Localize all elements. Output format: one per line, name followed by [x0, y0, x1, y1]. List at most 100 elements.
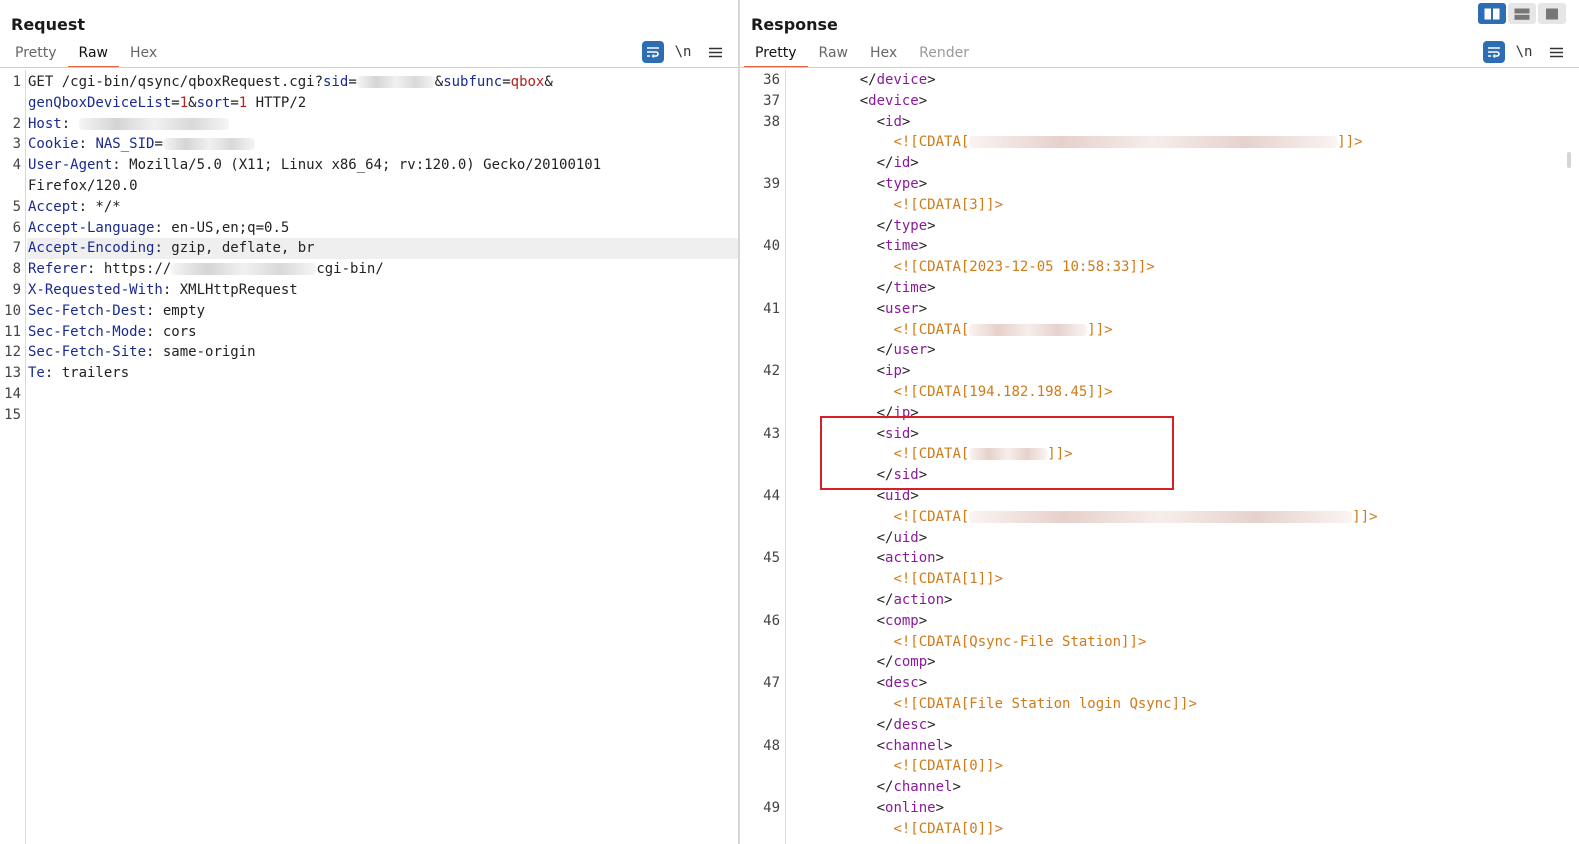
line-text: </desc>	[877, 715, 936, 736]
code-line[interactable]: <![CDATA[0]]>	[740, 819, 1579, 840]
param-value: 1	[179, 94, 189, 111]
tab-pretty[interactable]: Pretty	[744, 44, 808, 68]
code-line[interactable]: </desc>	[740, 715, 1579, 736]
code-line[interactable]: 7 Accept-Encoding: gzip, deflate, br	[13, 238, 738, 260]
code-line[interactable]: 6 Accept-Language: en-US,en;q=0.5	[0, 218, 738, 239]
code-line[interactable]: 49 <online>	[740, 798, 1579, 819]
single-pane-layout-icon[interactable]	[1538, 3, 1566, 24]
line-text: <comp>	[877, 611, 928, 632]
menu-icon[interactable]	[702, 41, 728, 63]
line-text: <type>	[877, 174, 928, 195]
code-line[interactable]: <![CDATA[File Station login Qsync]]>	[740, 694, 1579, 715]
code-line[interactable]: <![CDATA[]]>	[740, 507, 1579, 528]
tab-raw[interactable]: Raw	[808, 44, 859, 68]
code-line[interactable]: </type>	[740, 216, 1579, 237]
tab-hex[interactable]: Hex	[859, 44, 908, 68]
code-line[interactable]: 3 Cookie: NAS_SID=	[0, 134, 738, 155]
code-line[interactable]: <![CDATA[1]]>	[740, 569, 1579, 590]
line-text: Sec-Fetch-Dest: empty	[28, 301, 205, 322]
code-line[interactable]: 45 <action>	[740, 548, 1579, 569]
tab-raw[interactable]: Raw	[67, 44, 119, 68]
header-name: Sec-Fetch-Mode	[28, 323, 147, 340]
line-text: GET /cgi-bin/qsync/qboxRequest.cgi?sid= &…	[28, 72, 553, 93]
code-line[interactable]: 41 <user>	[740, 299, 1579, 320]
line-text: <device>	[860, 91, 927, 112]
code-line[interactable]: 4 User-Agent: Mozilla/5.0 (X11; Linux x86…	[0, 155, 738, 176]
code-line[interactable]: 40 <time>	[740, 236, 1579, 257]
response-scrollbar[interactable]	[1567, 152, 1571, 168]
code-line[interactable]: </comp>	[740, 652, 1579, 673]
code-line[interactable]: 38 <id>	[740, 112, 1579, 133]
code-line[interactable]: 11 Sec-Fetch-Mode: cors	[0, 322, 738, 343]
code-text: </	[876, 591, 894, 608]
code-line[interactable]: <![CDATA[Qsync-File Station]]>	[740, 632, 1579, 653]
code-text: >	[918, 529, 928, 546]
code-text: GET /cgi-bin/qsync/qboxRequest.cgi?	[28, 74, 324, 90]
tab-render[interactable]: Render	[908, 44, 980, 68]
newline-toggle[interactable]: \n	[670, 41, 696, 63]
wrap-lines-icon[interactable]	[1483, 41, 1505, 63]
request-editor[interactable]: 1 GET /cgi-bin/qsync/qboxRequest.cgi?sid=…	[0, 70, 738, 844]
code-line[interactable]: </uid>	[740, 528, 1579, 549]
line-number: 7	[12, 240, 21, 257]
header-name: genQboxDeviceList	[28, 94, 172, 111]
code-line[interactable]: 47 <desc>	[740, 673, 1579, 694]
wrap-lines-icon[interactable]	[642, 41, 664, 63]
cdata-value: <![CDATA[0]]>	[893, 820, 1004, 837]
code-line[interactable]: 8 Referer: https:// cgi-bin/	[0, 259, 738, 280]
code-text: >	[944, 591, 953, 608]
request-code[interactable]: 1 GET /cgi-bin/qsync/qboxRequest.cgi?sid=…	[0, 72, 738, 426]
code-text: <	[876, 113, 886, 130]
code-line[interactable]: 5 Accept: */*	[0, 197, 738, 218]
menu-icon[interactable]	[1543, 41, 1569, 63]
response-editor[interactable]: 36 </device> 37 <device> 38 <id> <![CDATA[]]> <…	[740, 70, 1579, 844]
code-text: >	[927, 716, 936, 733]
line-text: Sec-Fetch-Mode: cors	[28, 322, 197, 343]
code-line[interactable]: 12 Sec-Fetch-Site: same-origin	[0, 342, 738, 363]
header-name: Sec-Fetch-Dest	[28, 302, 147, 319]
response-pane: Response Pretty Raw Hex Render \n 36 </devic…	[740, 0, 1579, 844]
code-line[interactable]: <![CDATA[3]]>	[740, 195, 1579, 216]
code-line[interactable]: 48 <channel>	[740, 736, 1579, 757]
code-line[interactable]: </id>	[740, 153, 1579, 174]
code-line[interactable]: 9 X-Requested-With: XMLHttpRequest	[0, 280, 738, 301]
code-line[interactable]: 36 </device>	[740, 70, 1579, 91]
code-line[interactable]: <![CDATA[2023-12-05 10:58:33]]>	[740, 257, 1579, 278]
code-line[interactable]: 1 GET /cgi-bin/qsync/qboxRequest.cgi?sid=…	[0, 72, 738, 93]
code-line[interactable]: <![CDATA[]]>	[740, 320, 1579, 341]
line-text: <channel>	[877, 736, 953, 757]
code-line[interactable]: <![CDATA[]]>	[740, 132, 1579, 153]
code-line[interactable]: 39 <type>	[740, 174, 1579, 195]
newline-toggle[interactable]: \n	[1511, 41, 1537, 63]
code-line[interactable]: 46 <comp>	[740, 611, 1579, 632]
code-line[interactable]: 10 Sec-Fetch-Dest: empty	[0, 301, 738, 322]
top-bottom-layout-icon[interactable]	[1508, 3, 1536, 24]
line-number: 11	[4, 323, 21, 340]
code-line[interactable]: </time>	[740, 278, 1579, 299]
code-line[interactable]: 13 Te: trailers	[0, 363, 738, 384]
xml-tag: id	[893, 155, 911, 172]
tab-pretty[interactable]: Pretty	[4, 44, 68, 68]
redacted-value	[78, 117, 229, 130]
code-line[interactable]: </user>	[740, 340, 1579, 361]
line-number: 4	[12, 157, 21, 174]
code-line[interactable]: genQboxDeviceList=1&sort=1 HTTP/2	[0, 93, 738, 114]
code-line[interactable]: <![CDATA[0]]>	[740, 756, 1579, 777]
code-line[interactable]: <![CDATA[194.182.198.45]]>	[740, 382, 1579, 403]
tab-hex[interactable]: Hex	[119, 44, 168, 68]
code-line[interactable]: </action>	[740, 590, 1579, 611]
code-line[interactable]: 14	[0, 384, 738, 405]
code-text: <	[876, 363, 886, 380]
code-line[interactable]: 37 <device>	[740, 91, 1579, 112]
code-text: </	[876, 529, 894, 546]
redacted-value	[969, 510, 1353, 523]
line-text: </device>	[860, 70, 936, 91]
code-line[interactable]: 2 Host:	[0, 114, 738, 135]
code-line[interactable]: </channel>	[740, 777, 1579, 798]
code-line[interactable]: Firefox/120.0	[0, 176, 738, 197]
code-text: >	[910, 155, 919, 172]
side-by-side-layout-icon[interactable]	[1478, 3, 1506, 24]
line-text: </type>	[877, 216, 936, 237]
code-line[interactable]: 15	[0, 405, 738, 426]
code-line[interactable]: 42 <ip>	[740, 361, 1579, 382]
